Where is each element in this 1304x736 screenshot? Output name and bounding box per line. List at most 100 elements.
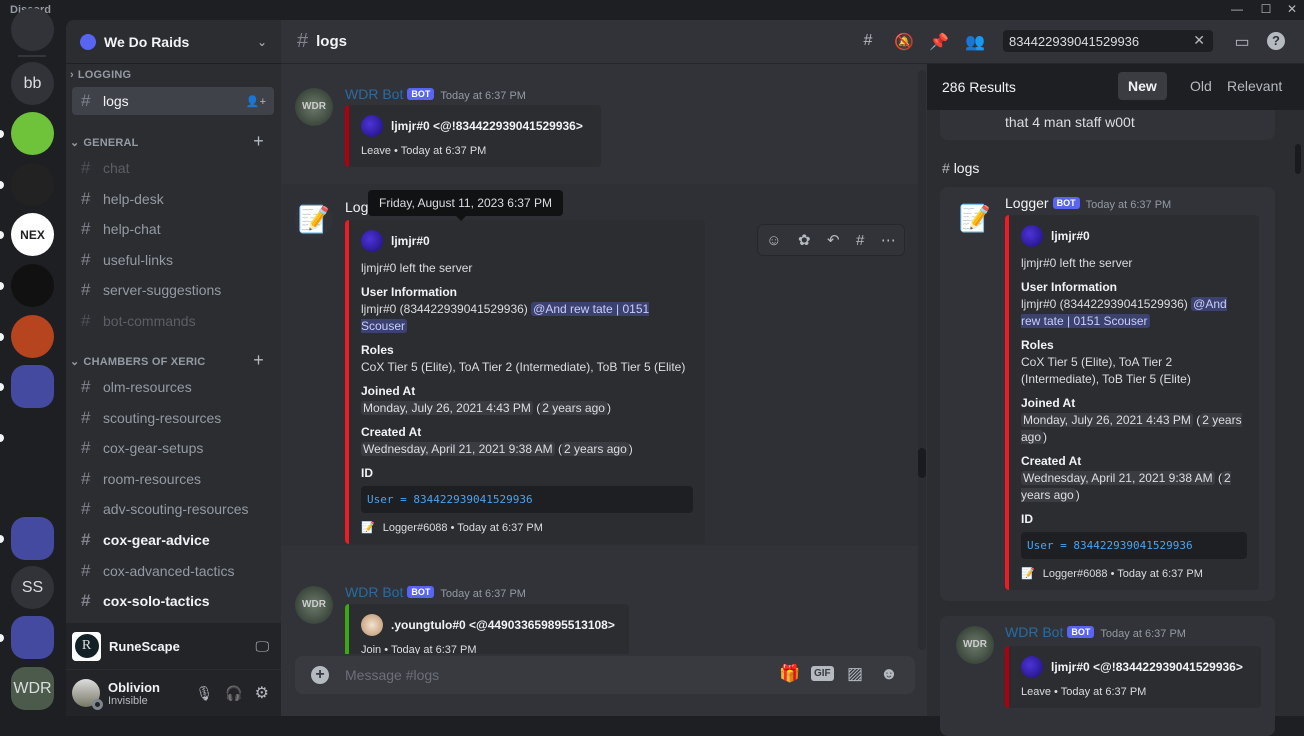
threads-icon[interactable]: # [857, 32, 879, 50]
sort-old-tab[interactable]: Old [1180, 72, 1222, 100]
timestamp[interactable]: Today at 6:37 PM [1100, 628, 1186, 640]
category-general[interactable]: ⌄ GENERAL + [70, 131, 270, 151]
wdr-bot-avatar[interactable]: WDR [295, 586, 333, 624]
server-icon-orange-dragon[interactable] [11, 315, 54, 358]
server-header[interactable]: We Do Raids ⌄ [66, 20, 281, 64]
server-icon-folder-2[interactable] [11, 517, 54, 560]
logger-avatar[interactable]: 📝 [956, 199, 994, 237]
add-channel-button[interactable]: + [253, 350, 264, 371]
scrollbar-thumb[interactable] [918, 448, 926, 478]
server-icon-green-frog[interactable] [11, 112, 54, 155]
unread-indicator [0, 434, 4, 442]
close-window-button[interactable]: ✕ [1281, 2, 1303, 18]
channel-name: room-resources [103, 470, 202, 487]
channel-cox-gear-advice[interactable]: # cox-gear-advice [72, 526, 274, 554]
add-reaction-icon[interactable]: ☺ [766, 232, 781, 249]
minimize-button[interactable]: — [1226, 2, 1248, 18]
logger-avatar[interactable]: 📝 [295, 200, 333, 238]
timestamp[interactable]: Today at 6:37 PM [440, 588, 526, 600]
server-icon-folder-3[interactable] [11, 616, 54, 659]
server-icon-grey-logo[interactable] [11, 163, 54, 206]
channel-cox-advanced-tactics[interactable]: # cox-advanced-tactics [72, 557, 274, 585]
author-name[interactable]: WDR Bot [1005, 624, 1063, 640]
author-name[interactable]: WDR Bot [345, 584, 403, 600]
channel-bot-commands[interactable]: # bot-commands [72, 307, 274, 335]
channel-cox-gear-setups[interactable]: # cox-gear-setups [72, 434, 274, 462]
add-channel-button[interactable]: + [253, 131, 264, 152]
channel-room-resources[interactable]: # room-resources [72, 465, 274, 493]
wdr-bot-avatar[interactable]: WDR [295, 88, 333, 126]
message-composer[interactable]: + Message #logs 🎁 GIF ▨ ☻ [295, 656, 915, 694]
gif-icon[interactable]: GIF [811, 666, 834, 681]
settings-gear-icon[interactable]: ⚙ [255, 683, 269, 703]
timestamp-value[interactable]: Monday, July 26, 2021 4:43 PM [361, 401, 533, 415]
channel-useful-links[interactable]: # useful-links [72, 246, 274, 274]
code-block: User = 834422939041529936 [1021, 532, 1247, 559]
search-input[interactable]: 834422939041529936 ✕ [1003, 30, 1213, 52]
embed-author: ljmjr#0 [391, 234, 430, 248]
channel-name: olm-resources [103, 379, 192, 395]
reply-icon[interactable]: ↶ [827, 231, 840, 249]
timestamp[interactable]: Today at 6:37 PM [440, 90, 526, 102]
inbox-icon[interactable]: ▭ [1231, 32, 1253, 52]
result-channel-label[interactable]: # logs [942, 160, 979, 176]
relative-time[interactable]: 2 years ago [562, 442, 629, 456]
channel-chat[interactable]: # chat [72, 154, 274, 182]
member-list-icon[interactable]: 👥 [964, 32, 986, 52]
sort-relevant-tab[interactable]: Relevant [1217, 72, 1292, 100]
emoji-icon[interactable]: ☻ [880, 664, 898, 684]
channel-help-desk[interactable]: # help-desk [72, 185, 274, 213]
author-name[interactable]: WDR Bot [345, 86, 403, 102]
channel-server-suggestions[interactable]: # server-suggestions [72, 276, 274, 304]
timestamp-value[interactable]: Wednesday, April 21, 2021 9:38 AM [361, 442, 555, 456]
message-input[interactable]: Message #logs [345, 667, 439, 683]
server-icon-nex[interactable]: NEX [11, 213, 54, 256]
server-icon-bunny[interactable] [11, 466, 54, 509]
microphone-icon[interactable]: 🎙 [195, 685, 213, 702]
server-icon-bb[interactable]: bb [11, 62, 54, 105]
author-name[interactable]: Logger [1005, 195, 1049, 211]
more-options-icon[interactable]: ⋯ [881, 231, 896, 249]
channel-cox-solo-tactics[interactable]: # cox-solo-tactics [72, 587, 274, 615]
avatar[interactable] [72, 679, 103, 710]
channel-logs[interactable]: # logs 👤+ [72, 87, 274, 115]
channel-adv-scouting-resources[interactable]: # adv-scouting-resources [72, 495, 274, 523]
super-reaction-icon[interactable]: ✿ [798, 231, 811, 249]
server-icon-ss[interactable]: SS [11, 566, 54, 609]
category-chambers-of-xeric[interactable]: ⌄ CHAMBERS OF XERIC + [70, 350, 270, 370]
channel-help-chat[interactable]: # help-chat [72, 215, 274, 243]
clear-search-icon[interactable]: ✕ [1193, 32, 1205, 49]
category-logging[interactable]: › LOGGING [70, 69, 270, 81]
add-attachment-icon[interactable]: + [311, 666, 329, 684]
invite-icon[interactable]: 👤+ [246, 95, 266, 108]
message-scrollbar[interactable] [918, 70, 926, 650]
search-result[interactable]: that 4 man staff w00t [940, 110, 1275, 140]
create-thread-icon[interactable]: # [856, 232, 864, 249]
relative-time[interactable]: 2 years ago [540, 401, 607, 415]
server-icon-folder-1[interactable] [11, 365, 54, 408]
results-scrollbar-thumb[interactable] [1295, 144, 1301, 174]
pin-icon[interactable]: 📌 [928, 32, 950, 52]
search-result[interactable]: WDR WDR Bot BOT Today at 6:37 PM ljmjr#0 <… [940, 616, 1275, 736]
search-result[interactable]: 📝 Logger BOT Today at 6:37 PM ljmjr#0 ljmj… [940, 187, 1275, 601]
headphones-icon[interactable]: 🎧 [225, 685, 242, 702]
channel-scouting-resources[interactable]: # scouting-resources [72, 404, 274, 432]
hash-icon: # [81, 188, 91, 208]
server-icon-dragon[interactable] [11, 264, 54, 307]
timestamp[interactable]: Today at 6:37 PM [1086, 199, 1172, 211]
gift-icon[interactable]: 🎁 [779, 664, 800, 684]
server-icon-wdr[interactable]: WDR [11, 667, 54, 710]
channel-olm-resources[interactable]: # olm-resources [72, 373, 274, 401]
notification-muted-icon[interactable]: 🔕 [893, 32, 915, 52]
sticker-icon[interactable]: ▨ [847, 664, 863, 684]
server-icon-helmet[interactable] [11, 416, 54, 459]
timestamp-value[interactable]: Wednesday, April 21, 2021 9:38 AM [1021, 471, 1215, 485]
maximize-button[interactable]: ☐ [1255, 2, 1277, 18]
channel-name: scouting-resources [103, 409, 222, 426]
server-icon-home[interactable] [11, 8, 54, 51]
sort-new-tab[interactable]: New [1118, 72, 1167, 100]
help-icon[interactable]: ? [1267, 32, 1285, 50]
screen-share-icon[interactable]: 🖵 [256, 638, 270, 655]
wdr-bot-avatar[interactable]: WDR [956, 626, 994, 664]
timestamp-value[interactable]: Monday, July 26, 2021 4:43 PM [1021, 413, 1193, 427]
